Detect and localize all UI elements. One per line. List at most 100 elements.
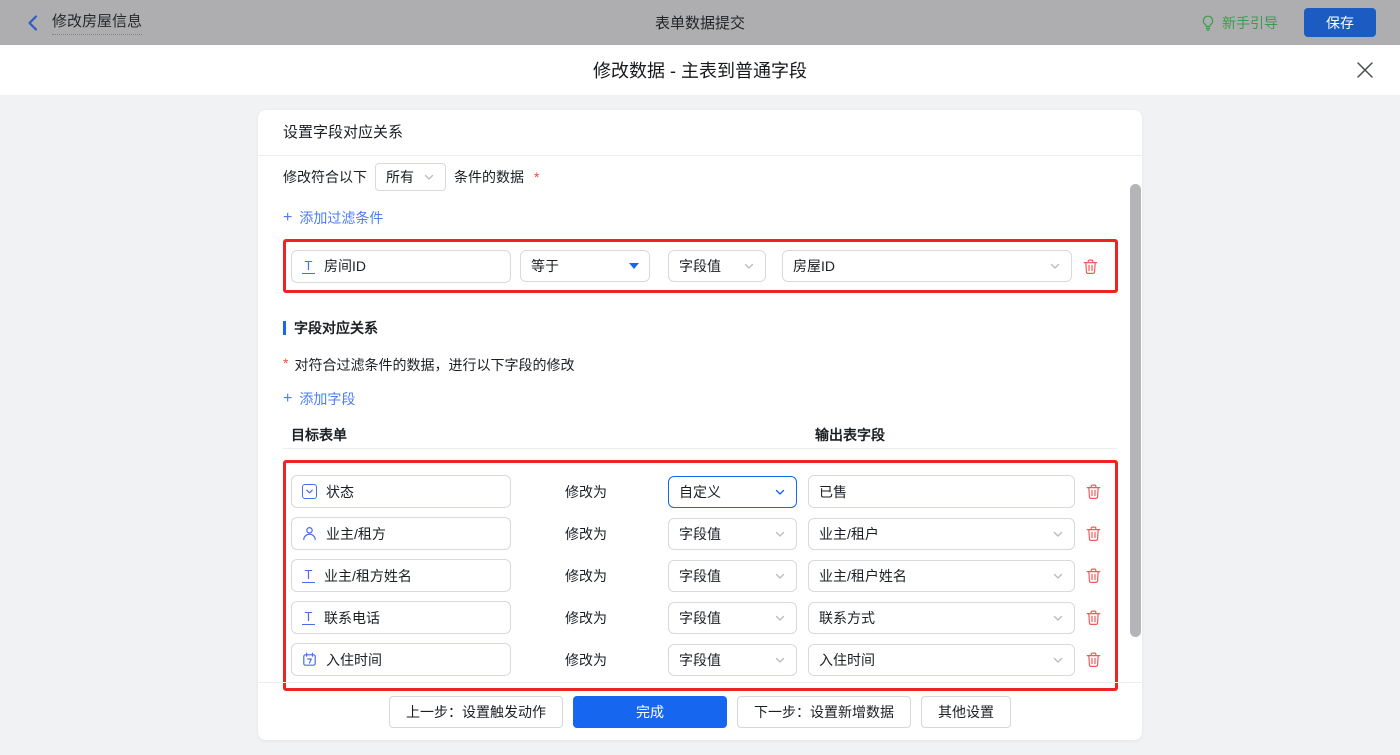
modify-type-select[interactable]: 字段值	[668, 518, 797, 550]
mapping-section-header: 字段对应关系	[283, 318, 1142, 338]
beginner-guide-link[interactable]: 新手引导	[1200, 13, 1278, 33]
add-field-label: 添加字段	[299, 389, 355, 409]
target-field-value: 入住时间	[326, 650, 382, 670]
output-field-select[interactable]: 入住时间	[808, 644, 1075, 676]
mapping-row: T 业主/租方姓名 修改为 字段值 业主/租户姓名	[291, 559, 1115, 592]
output-field-select[interactable]: 业主/租户	[808, 518, 1075, 550]
save-button[interactable]: 保存	[1304, 8, 1376, 37]
target-field-input[interactable]: 入住时间	[291, 643, 511, 676]
app-header: 修改房屋信息 表单数据提交 新手引导 保存	[0, 0, 1400, 45]
modify-type-select[interactable]: 字段值	[668, 560, 797, 592]
text-field-icon: T	[302, 610, 315, 625]
output-field-select[interactable]: 业主/租户姓名	[808, 560, 1075, 592]
modify-to-label: 修改为	[565, 608, 607, 628]
target-field-value: 业主/租方姓名	[324, 566, 412, 586]
field-mapping-group: 状态 修改为 自定义 已售	[283, 460, 1118, 691]
delete-row-icon[interactable]	[1085, 609, 1102, 626]
condition-scope-value: 所有	[386, 167, 414, 187]
select-field-icon	[302, 484, 317, 499]
modify-type-value: 自定义	[679, 482, 721, 502]
chevron-down-icon	[1052, 528, 1064, 540]
target-field-input[interactable]: T 业主/租方姓名	[291, 559, 511, 592]
condition-scope-select[interactable]: 所有	[375, 163, 446, 191]
output-field-value: 业主/租户姓名	[819, 566, 907, 586]
plus-icon: +	[283, 210, 292, 226]
mapping-description-text: 对符合过滤条件的数据，进行以下字段的修改	[294, 355, 574, 375]
filter-value-type-select[interactable]: 字段值	[668, 250, 766, 282]
output-field-select[interactable]: 联系方式	[808, 602, 1075, 634]
text-field-icon: T	[302, 259, 315, 274]
modify-type-value: 字段值	[679, 524, 721, 544]
condition-row: 修改符合以下 所有 条件的数据 *	[283, 162, 1142, 192]
bulb-icon	[1200, 15, 1216, 31]
modify-type-select[interactable]: 字段值	[668, 602, 797, 634]
chevron-down-icon	[774, 570, 786, 582]
target-field-input[interactable]: 状态	[291, 475, 511, 508]
document-title[interactable]: 修改房屋信息	[52, 10, 142, 35]
chevron-down-icon	[1052, 570, 1064, 582]
beginner-guide-label: 新手引导	[1222, 13, 1278, 33]
add-filter-link[interactable]: + 添加过滤条件	[283, 208, 383, 228]
chevron-down-icon	[774, 486, 786, 498]
chevron-down-icon	[774, 528, 786, 540]
chevron-down-icon	[1052, 612, 1064, 624]
mapping-section-title: 字段对应关系	[294, 318, 378, 338]
modify-type-value: 字段值	[679, 650, 721, 670]
modify-to-label: 修改为	[565, 482, 607, 502]
modify-to-label: 修改为	[565, 524, 607, 544]
card-footer: 上一步：设置触发动作 完成 下一步：设置新增数据 其他设置	[258, 682, 1142, 740]
modify-to-label: 修改为	[565, 566, 607, 586]
required-mark: *	[283, 355, 288, 375]
add-field-link[interactable]: + 添加字段	[283, 389, 355, 409]
output-field-value: 业主/租户	[819, 524, 879, 544]
app-header-right: 新手引导 保存	[1200, 8, 1376, 37]
mapping-row: 状态 修改为 自定义 已售	[291, 475, 1115, 508]
modify-type-value: 字段值	[679, 566, 721, 586]
prev-step-button[interactable]: 上一步：设置触发动作	[389, 696, 563, 728]
filter-operator-value: 等于	[531, 256, 559, 276]
next-step-button[interactable]: 下一步：设置新增数据	[737, 696, 911, 728]
caret-down-icon	[629, 263, 639, 269]
target-field-value: 业主/租方	[326, 524, 386, 544]
add-filter-label: 添加过滤条件	[299, 208, 383, 228]
mapping-description: * 对符合过滤条件的数据，进行以下字段的修改	[283, 355, 1142, 375]
modify-to-label: 修改为	[565, 650, 607, 670]
delete-row-icon[interactable]	[1085, 525, 1102, 542]
condition-suffix: 条件的数据	[454, 167, 524, 187]
condition-prefix: 修改符合以下	[283, 167, 367, 187]
other-settings-button[interactable]: 其他设置	[921, 696, 1011, 728]
back-icon[interactable]	[24, 14, 42, 32]
filter-field-input[interactable]: T 房间ID	[291, 250, 511, 283]
output-field-value: 联系方式	[819, 608, 875, 628]
delete-filter-icon[interactable]	[1082, 258, 1099, 275]
target-field-input[interactable]: T 联系电话	[291, 601, 511, 634]
done-button[interactable]: 完成	[573, 696, 727, 728]
column-header-output-field: 输出表字段	[815, 425, 885, 445]
filter-field-value: 房间ID	[324, 256, 366, 276]
required-mark: *	[534, 169, 539, 185]
target-field-input[interactable]: 业主/租方	[291, 517, 511, 550]
output-value-input[interactable]: 已售	[808, 475, 1075, 508]
settings-card: 设置字段对应关系 修改符合以下 所有 条件的数据 * + 添加过滤条件	[258, 110, 1142, 740]
modify-type-select[interactable]: 字段值	[668, 644, 797, 676]
close-icon[interactable]	[1356, 61, 1374, 79]
delete-row-icon[interactable]	[1085, 651, 1102, 668]
target-field-value: 联系电话	[324, 608, 380, 628]
card-header-title: 设置字段对应关系	[258, 110, 1142, 156]
filter-conditions-group: T 房间ID 等于 字段值 房屋ID	[283, 239, 1118, 293]
chevron-down-icon	[1052, 654, 1064, 666]
modify-type-select[interactable]: 自定义	[668, 476, 797, 508]
mapping-row: T 联系电话 修改为 字段值 联系方式	[291, 601, 1115, 634]
filter-value-select[interactable]: 房屋ID	[782, 250, 1072, 282]
mapping-column-headers: 目标表单 输出表字段	[283, 425, 1117, 449]
text-field-icon: T	[302, 568, 315, 583]
vertical-scrollbar[interactable]	[1130, 184, 1141, 637]
modal-body: 设置字段对应关系 修改符合以下 所有 条件的数据 * + 添加过滤条件	[0, 110, 1400, 755]
filter-operator-select[interactable]: 等于	[520, 250, 650, 282]
output-value: 已售	[819, 482, 847, 502]
chevron-down-icon	[423, 171, 435, 183]
delete-row-icon[interactable]	[1085, 567, 1102, 584]
card-content: 修改符合以下 所有 条件的数据 * + 添加过滤条件 T 房间I	[258, 162, 1142, 691]
chevron-down-icon	[774, 654, 786, 666]
delete-row-icon[interactable]	[1085, 483, 1102, 500]
